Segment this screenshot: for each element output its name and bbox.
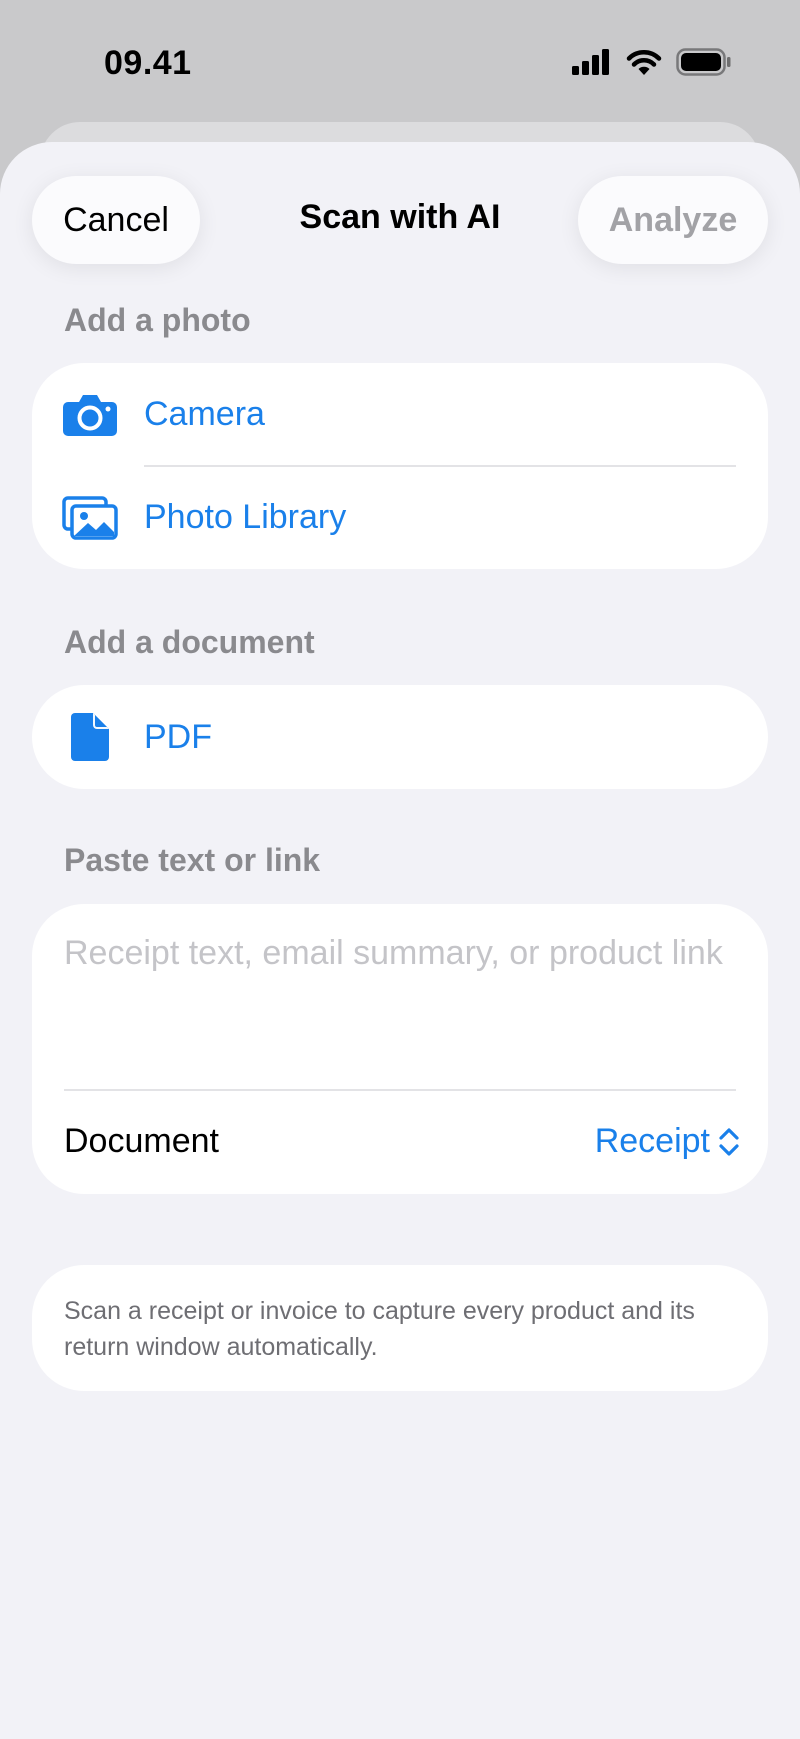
document-card: PDF <box>32 685 768 789</box>
cellular-signal-icon <box>572 49 609 75</box>
scan-sheet: Cancel Scan with AI Analyze Add a photo … <box>0 142 800 1739</box>
paste-divider <box>64 1089 736 1091</box>
document-section-label: Add a document <box>64 624 315 660</box>
pdf-label: PDF <box>144 717 212 756</box>
camera-label: Camera <box>144 395 265 433</box>
pdf-row[interactable]: PDF <box>32 685 768 789</box>
photo-library-icon <box>60 495 120 540</box>
photo-card: Camera Photo Library <box>32 363 768 569</box>
paste-text-input[interactable]: Receipt text, email summary, or product … <box>64 934 744 973</box>
battery-icon <box>676 48 731 76</box>
info-text: Scan a receipt or invoice to capture eve… <box>64 1297 695 1361</box>
analyze-button[interactable]: Analyze <box>578 176 768 264</box>
document-type-label: Document <box>64 1122 219 1160</box>
status-time: 09.41 <box>104 44 192 82</box>
status-bar: 09.41 <box>0 0 800 128</box>
status-icons <box>572 48 732 76</box>
photo-section-label: Add a photo <box>64 302 251 338</box>
camera-icon <box>60 394 120 436</box>
document-icon <box>60 713 120 761</box>
paste-section-label: Paste text or link <box>64 842 321 878</box>
paste-card: Receipt text, email summary, or product … <box>32 904 768 1194</box>
camera-row[interactable]: Camera <box>32 363 768 466</box>
info-card: Scan a receipt or invoice to capture eve… <box>32 1265 768 1391</box>
document-type-picker[interactable]: Receipt <box>595 1122 740 1161</box>
chevron-up-down-icon <box>719 1127 739 1156</box>
wifi-icon <box>626 50 662 75</box>
photo-library-row[interactable]: Photo Library <box>32 466 768 569</box>
document-type-value: Receipt <box>594 1122 710 1160</box>
photo-library-label: Photo Library <box>144 498 347 536</box>
